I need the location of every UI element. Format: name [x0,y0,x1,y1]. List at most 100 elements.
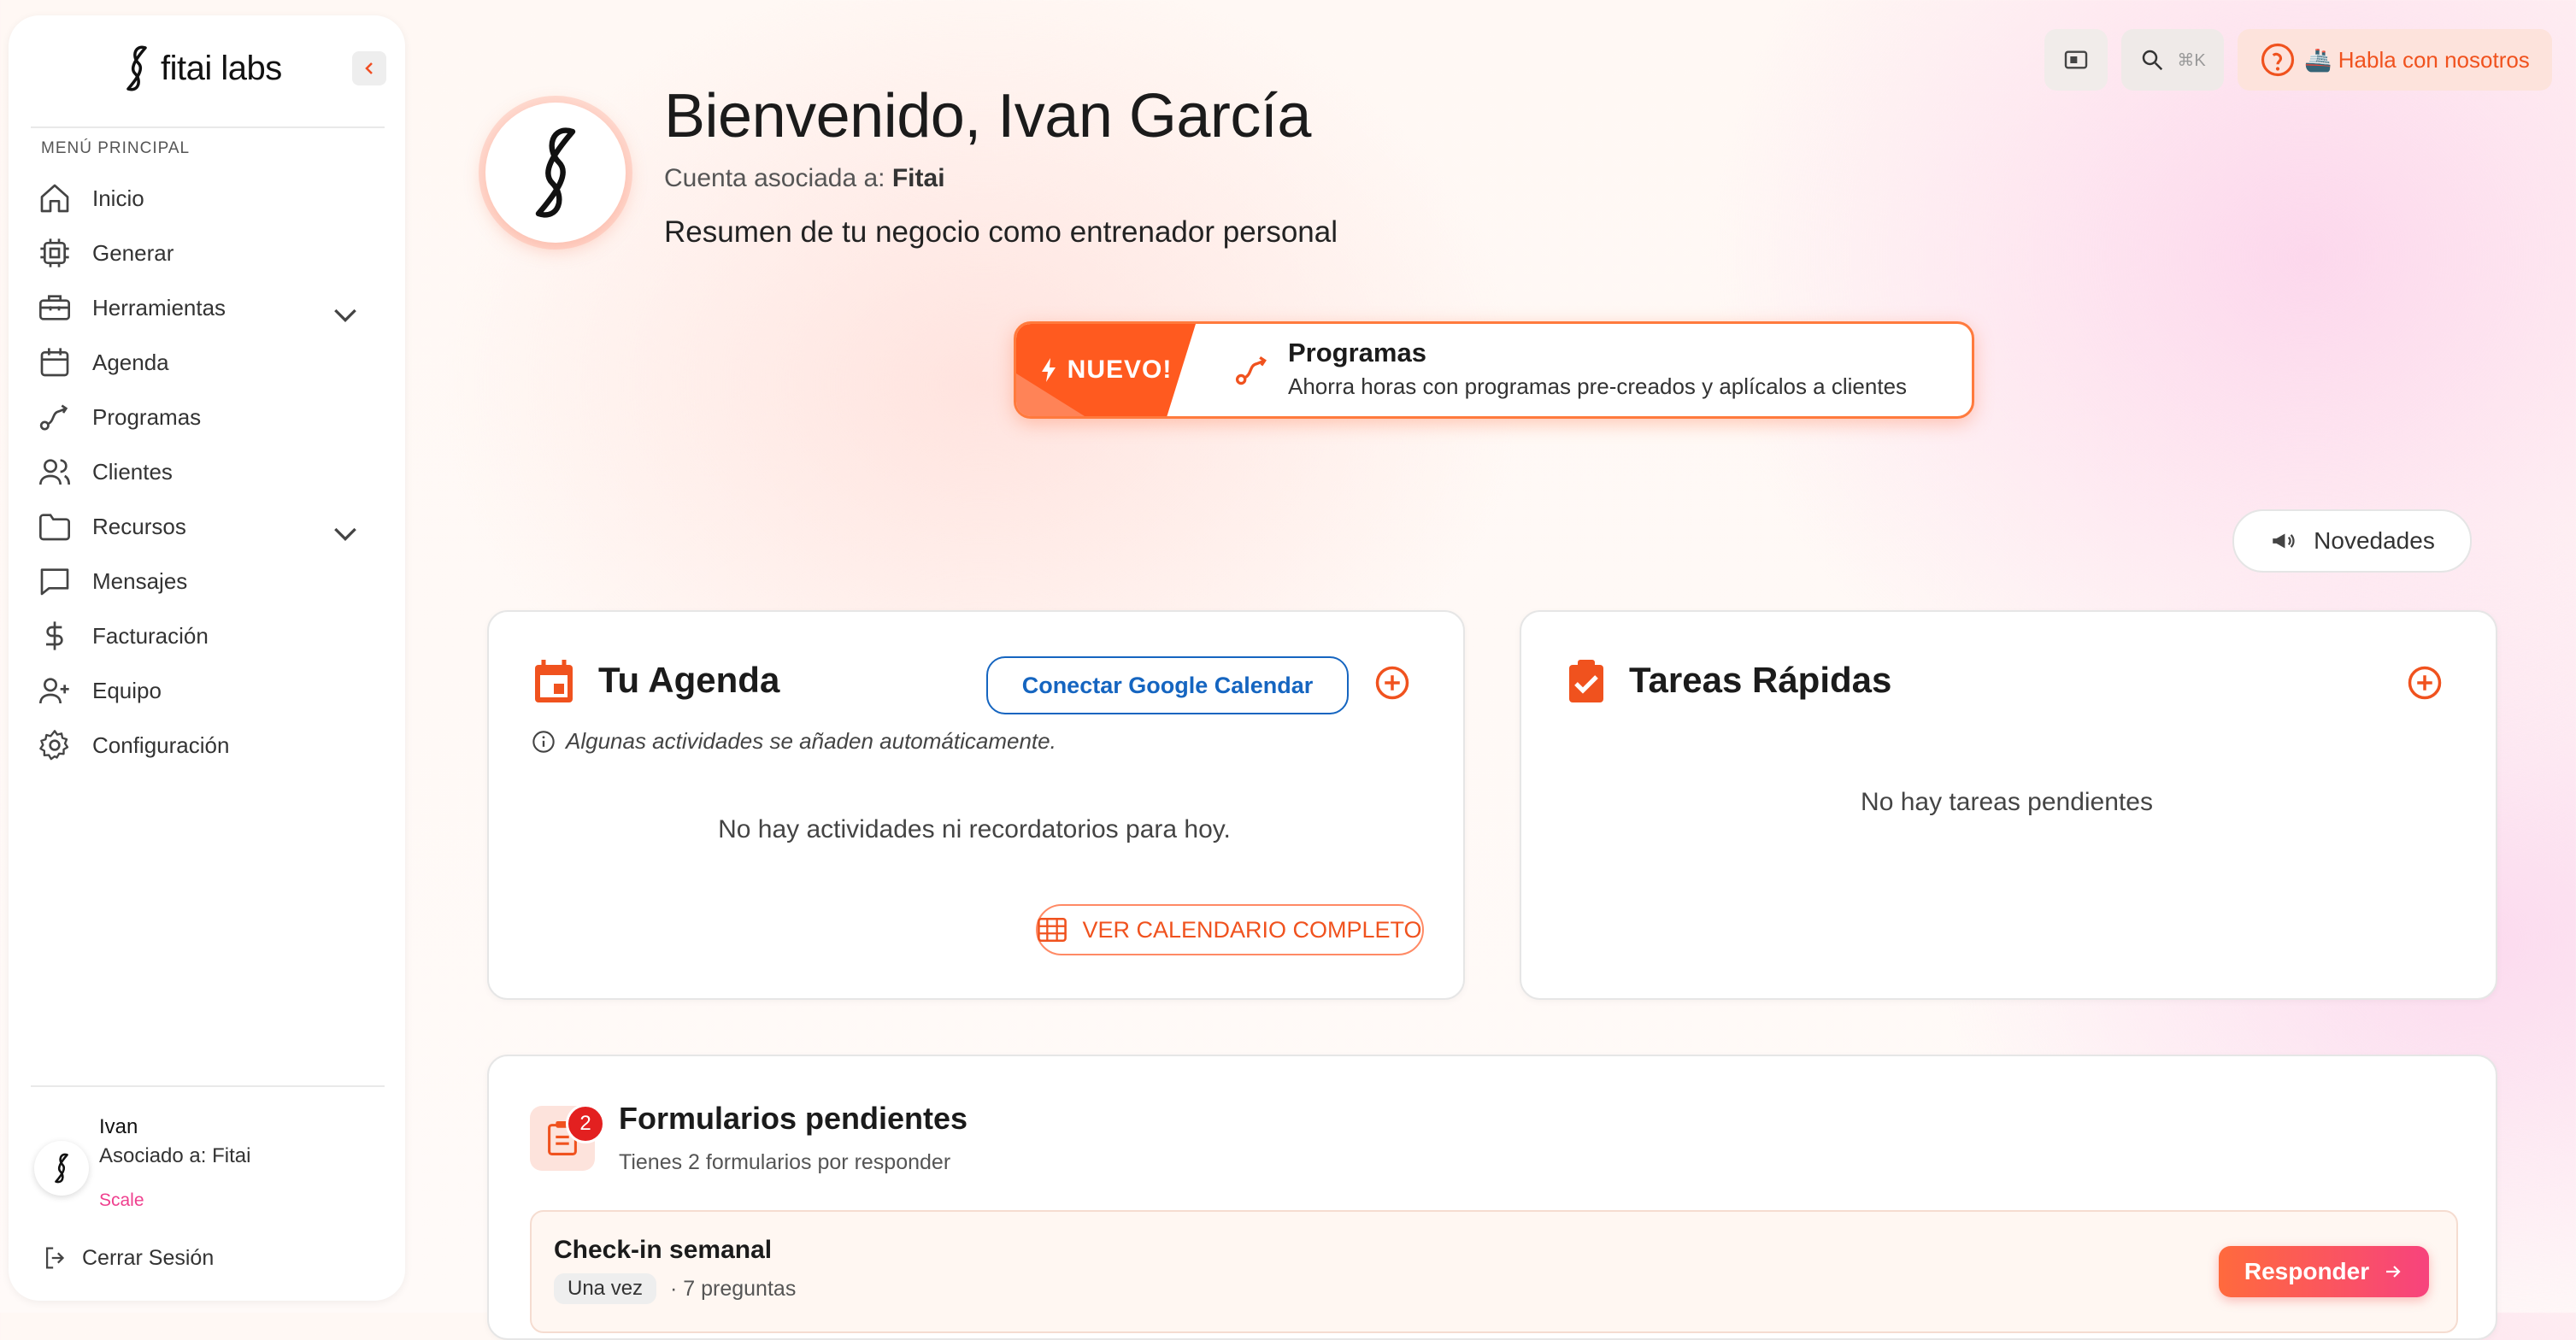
page-subtitle: Resumen de tu negocio como entrenador pe… [664,215,1338,249]
sidebar-item-inicio[interactable]: Inicio [31,171,373,226]
sidebar-item-programas[interactable]: Programas [31,390,373,444]
sidebar-item-agenda[interactable]: Agenda [31,335,373,390]
sidebar-item-generar[interactable]: Generar [31,226,373,280]
arrow-right-icon [2386,1266,2401,1278]
agenda-empty-message: No hay actividades ni recordatorios para… [718,815,1231,843]
toolbox-icon [39,295,70,320]
dollar-icon [46,621,63,650]
search-button[interactable]: ⌘K [2121,29,2224,91]
search-shortcut: ⌘K [2177,50,2206,70]
news-button[interactable]: Novedades [2232,509,2472,573]
users-icon [39,459,70,485]
view-full-calendar-label: VER CALENDARIO COMPLETO [1082,916,1422,943]
connect-google-calendar-button[interactable]: Conectar Google Calendar [986,656,1349,714]
avatar [34,1141,89,1196]
form-frequency-badge: Una vez [554,1273,657,1304]
sidebar-item-equipo[interactable]: Equipo [31,663,373,718]
grid-calendar-icon [1038,917,1067,943]
help-icon [2261,43,2295,77]
sidebar-item-label: Herramientas [92,294,226,320]
tasks-empty-message: No hay tareas pendientes [1861,788,2153,816]
user-plan-badge: Scale [99,1190,144,1210]
sidebar-item-facturacion[interactable]: Facturación [31,608,373,663]
new-badge-label: NUEVO! [1067,356,1173,384]
talk-label: 🚢 Habla con nosotros [2304,46,2530,73]
screen-icon [2064,50,2088,69]
sidebar-item-label: Programas [92,403,202,430]
add-task-icon[interactable] [2407,665,2443,701]
menu-section-label: MENÚ PRINCIPAL [41,139,191,157]
form-name: Check-in semanal [554,1236,773,1264]
search-icon [2143,50,2163,71]
new-badge: NUEVO! [1016,324,1196,416]
quick-tasks-title: Tareas Rápidas [1629,660,1892,700]
chip-icon [40,238,69,267]
logout-icon [45,1247,65,1269]
form-item [530,1210,2458,1333]
sidebar-item-label: Generar [92,239,174,266]
gear-icon [39,730,69,761]
sidebar-nav: Inicio Generar Herramientas Agenda Progr… [31,171,373,773]
business-avatar [485,103,626,243]
chevron-down-icon[interactable] [328,297,362,332]
sidebar-item-label: Mensajes [92,567,188,594]
info-icon [532,730,555,753]
brand-name: fitai labs [161,49,282,87]
view-full-calendar-button[interactable]: VER CALENDARIO COMPLETO [1036,904,1424,955]
folder-icon [39,514,70,541]
account-association: Cuenta asociada a: Fitai [664,164,945,193]
agenda-info: Algunas actividades se añaden automática… [532,728,1056,755]
promo-title: Programas [1288,338,1426,367]
respond-label: Responder [2244,1258,2370,1284]
sidebar-item-mensajes[interactable]: Mensajes [31,554,373,608]
sidebar-bottom-divider [31,1085,385,1087]
chevron-down-icon[interactable] [328,516,362,550]
page-title: Bienvenido, Ivan García [664,82,1311,150]
talk-to-us-button[interactable]: 🚢 Habla con nosotros [2238,29,2552,91]
fitai-logo-icon [535,127,576,218]
agenda-title: Tu Agenda [598,660,780,700]
route-icon [1235,356,1267,385]
fitai-logo-icon [55,1153,68,1184]
sidebar-item-label: Clientes [92,458,173,485]
logout-button[interactable]: Cerrar Sesión [41,1243,214,1272]
sidebar-item-clientes[interactable]: Clientes [31,444,373,499]
logout-label: Cerrar Sesión [82,1245,215,1270]
brand-logo[interactable]: fitai labs [120,43,282,94]
home-icon [40,184,69,213]
agenda-info-text: Algunas actividades se añaden automática… [566,728,1056,754]
message-icon [40,568,69,596]
promo-subtitle: Ahorra horas con programas pre-creados y… [1288,373,1908,399]
sidebar-divider [31,126,385,128]
sidebar-item-recursos[interactable]: Recursos [31,499,373,554]
fitai-logo-icon [126,45,147,91]
account-prefix: Cuenta asociada a: [664,164,885,192]
sidebar-item-configuracion[interactable]: Configuración [31,718,373,773]
news-label: Novedades [2314,527,2435,554]
pending-forms-title: Formularios pendientes [619,1101,968,1136]
clipboard-check-icon [1569,660,1603,702]
route-icon [39,404,68,431]
sidebar-item-label: Facturación [92,622,209,649]
sidebar-item-label: Configuración [92,732,230,758]
user-name: Ivan [99,1115,138,1138]
sidebar-item-label: Recursos [92,513,186,539]
promo-banner-programas[interactable]: NUEVO! Programas Ahorra horas con progra… [1014,321,1974,419]
sidebar-item-label: Agenda [92,349,169,375]
sidebar-item-label: Inicio [92,185,144,211]
user-association: Asociado a: Fitai [99,1144,251,1167]
pending-count-badge: 2 [566,1104,605,1143]
respond-button[interactable]: Responder [2219,1246,2429,1297]
sidebar-item-herramientas[interactable]: Herramientas [31,280,373,335]
add-agenda-item-icon[interactable] [1374,665,1410,701]
chevron-left-icon [365,62,373,74]
account-name: Fitai [891,164,945,192]
calendar-icon [40,348,69,377]
pending-forms-subtitle: Tienes 2 formularios por responder [619,1150,951,1174]
bolt-icon [1041,358,1056,382]
user-plus-icon [39,678,69,704]
megaphone-icon [2273,533,2295,549]
sidebar-item-label: Equipo [92,677,162,703]
screen-toggle-button[interactable] [2044,29,2108,91]
collapse-sidebar-button[interactable] [352,51,386,85]
